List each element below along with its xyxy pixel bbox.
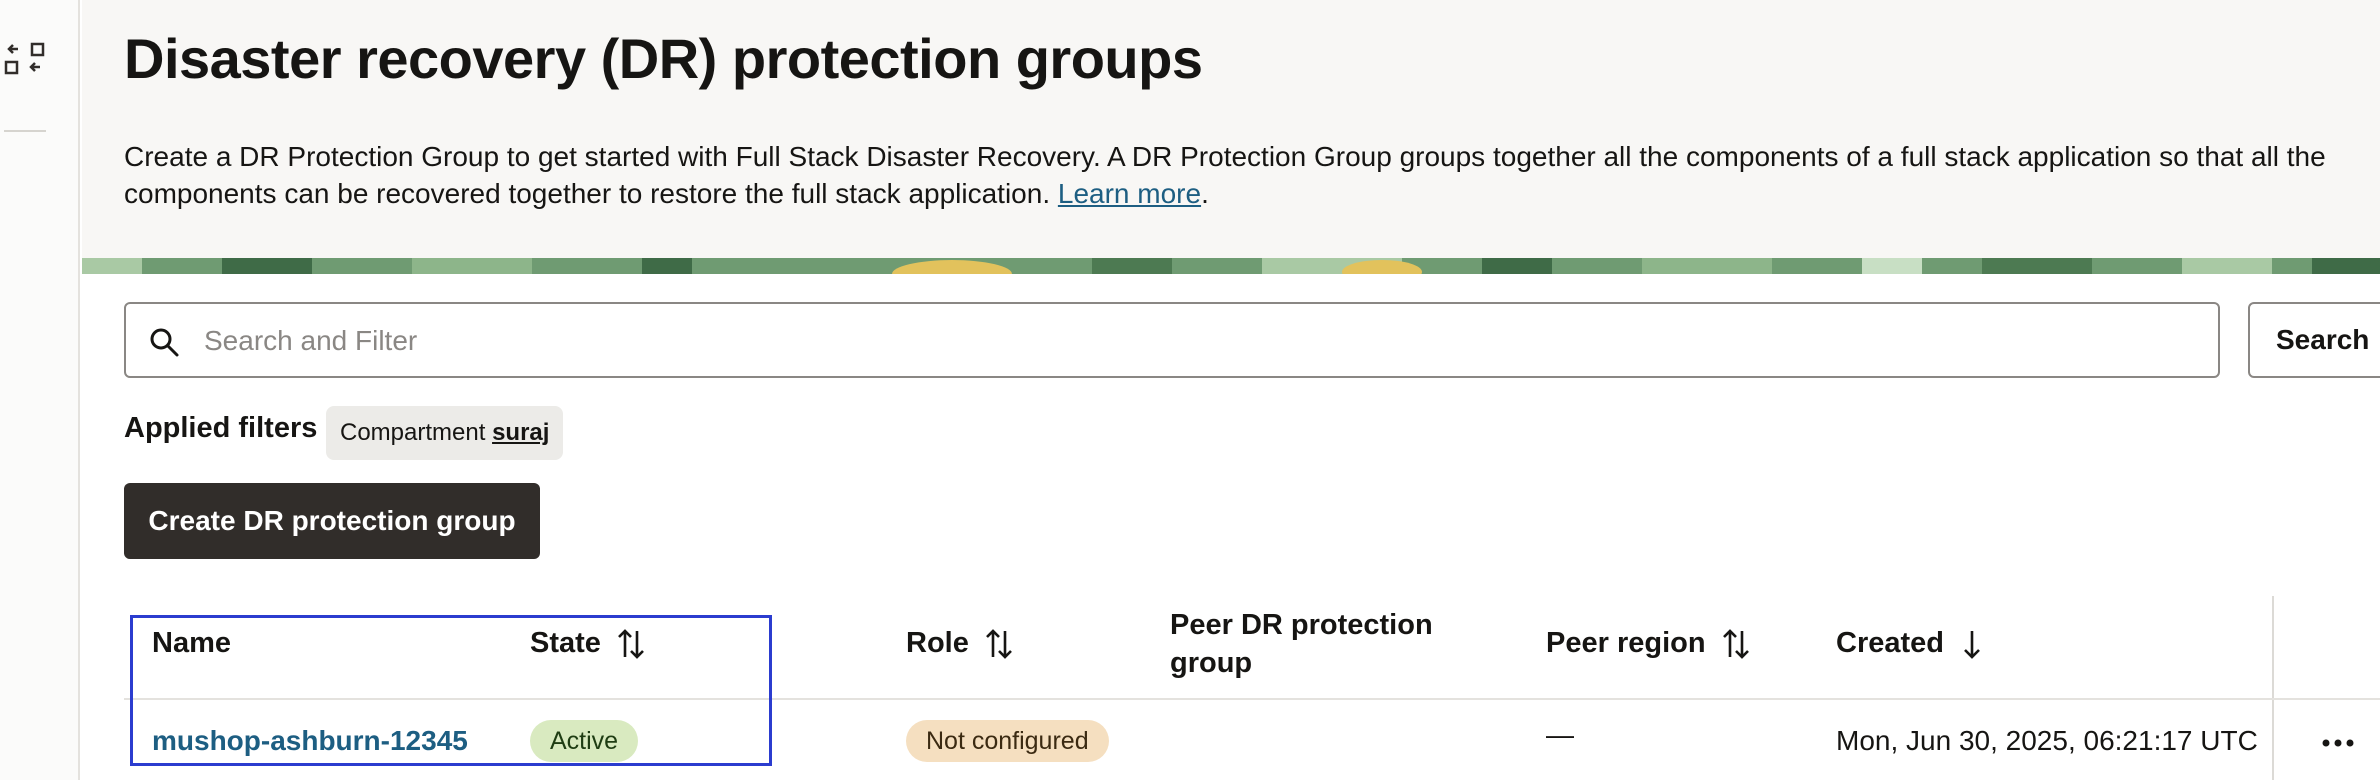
- column-header-state[interactable]: State: [530, 624, 645, 662]
- column-header-peer-group-label: Peer DR protection group: [1170, 609, 1433, 679]
- learn-more-link[interactable]: Learn more: [1058, 178, 1201, 209]
- column-header-created-label: Created: [1836, 627, 1944, 659]
- decorative-banner: [82, 258, 2380, 274]
- peer-region-value: —: [1546, 719, 1574, 750]
- column-header-role[interactable]: Role: [906, 624, 1013, 662]
- page-header: Disaster recovery (DR) protection groups…: [82, 0, 2380, 258]
- side-rail: [0, 0, 80, 780]
- role-badge: Not configured: [906, 720, 1109, 762]
- filter-chip-key: Compartment: [340, 419, 486, 446]
- created-value: Mon, Jun 30, 2025, 06:21:17 UTC: [1836, 725, 2258, 756]
- column-header-name-label: Name: [152, 627, 231, 659]
- column-header-created[interactable]: Created: [1836, 624, 1984, 662]
- status-badge: Active: [530, 720, 639, 762]
- column-header-peer-dr-protection-group: Peer DR protection group: [1170, 606, 1450, 682]
- applied-filters-label: Applied filters: [124, 412, 318, 444]
- protection-group-name-link[interactable]: mushop-ashburn-12345: [152, 722, 468, 760]
- search-icon: [150, 328, 179, 357]
- sort-toggle-icon[interactable]: [1722, 627, 1750, 661]
- search-input[interactable]: [202, 316, 2192, 366]
- page-title: Disaster recovery (DR) protection groups: [124, 27, 1203, 90]
- column-header-peer-region-label: Peer region: [1546, 627, 1706, 659]
- table-column-divider: [2272, 596, 2274, 780]
- search-button[interactable]: Search: [2248, 302, 2380, 378]
- column-header-name: Name: [152, 624, 231, 662]
- search-box: [124, 302, 2220, 378]
- sort-descending-icon[interactable]: [1960, 627, 1984, 661]
- create-dr-protection-group-button[interactable]: Create DR protection group: [124, 483, 540, 559]
- sort-toggle-icon[interactable]: [617, 627, 645, 661]
- description-text: Create a DR Protection Group to get star…: [124, 141, 2326, 209]
- ellipsis-icon[interactable]: [2318, 726, 2358, 756]
- sort-toggle-icon[interactable]: [985, 627, 1013, 661]
- table-header-divider: [124, 698, 2380, 700]
- rail-divider: [4, 130, 46, 132]
- filter-chip-value[interactable]: suraj: [492, 419, 549, 446]
- page-description: Create a DR Protection Group to get star…: [124, 138, 2374, 212]
- column-header-role-label: Role: [906, 627, 969, 659]
- swap-panels-icon[interactable]: [4, 40, 46, 82]
- description-period: .: [1201, 178, 1209, 209]
- column-header-state-label: State: [530, 627, 601, 659]
- column-header-peer-region[interactable]: Peer region: [1546, 624, 1750, 662]
- filter-chip-compartment[interactable]: Compartment suraj: [326, 406, 564, 460]
